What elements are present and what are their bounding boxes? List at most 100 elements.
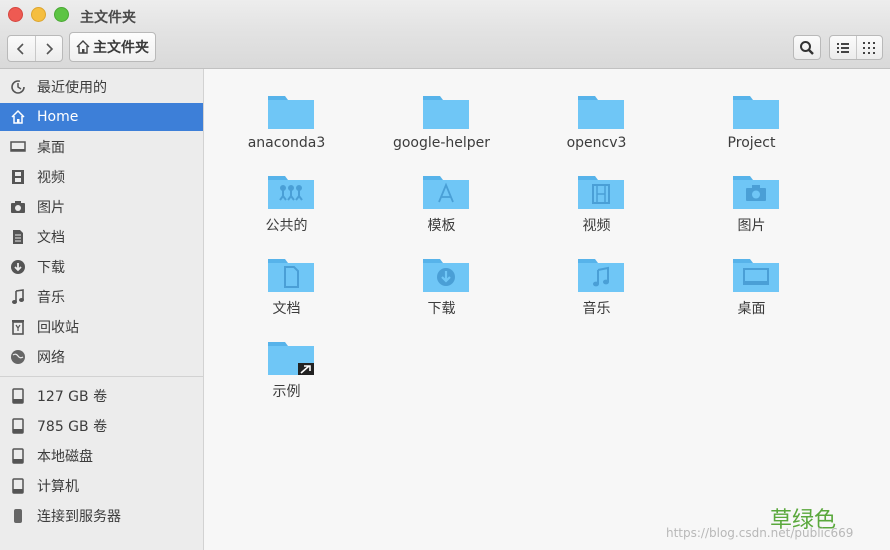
folder-icon (578, 96, 624, 129)
sidebar-item-home[interactable]: Home (0, 103, 203, 131)
sidebar-item-label: 连接到服务器 (37, 509, 121, 525)
sidebar-item-recent[interactable]: 最近使用的 (0, 73, 203, 101)
sidebar-divider (0, 376, 203, 377)
folder-download-icon (423, 259, 469, 292)
view-mode-buttons (829, 35, 883, 60)
file-item-opencv3[interactable]: opencv3 (519, 79, 674, 159)
navigation-buttons (7, 35, 63, 62)
search-icon (800, 40, 814, 55)
sidebar-item-label: 网络 (37, 350, 65, 366)
window-maximize-button[interactable] (54, 7, 69, 22)
file-item-videos[interactable]: 视频 (519, 159, 674, 239)
drive-icon (9, 387, 27, 405)
window-minimize-button[interactable] (31, 7, 46, 22)
sidebar-item-volume-127gb[interactable]: 127 GB 卷 (0, 382, 203, 410)
sidebar-item-computer[interactable]: 计算机 (0, 472, 203, 500)
file-item-music[interactable]: 音乐 (519, 242, 674, 322)
sidebar-item-label: 本地磁盘 (37, 449, 93, 465)
list-view-icon (836, 42, 849, 53)
file-item-desktop[interactable]: 桌面 (674, 242, 829, 322)
file-item-downloads[interactable]: 下载 (364, 242, 519, 322)
server-icon (9, 507, 27, 525)
folder-videos-icon (578, 176, 624, 209)
document-icon (9, 228, 27, 246)
file-item-templates[interactable]: 模板 (364, 159, 519, 239)
toolbar: 主文件夹 (0, 30, 890, 69)
video-icon (9, 168, 27, 186)
file-label: 示例 (272, 384, 301, 400)
file-item-google-helper[interactable]: google-helper (364, 79, 519, 159)
sidebar-item-label: 图片 (37, 200, 65, 216)
sidebar-item-desktop[interactable]: 桌面 (0, 133, 203, 161)
camera-icon (9, 198, 27, 216)
sidebar-item-label: 桌面 (37, 140, 65, 156)
folder-link-icon (268, 342, 314, 375)
sidebar-item-label: 最近使用的 (37, 80, 107, 96)
folder-pictures-icon (733, 176, 779, 209)
folder-documents-icon (268, 259, 314, 292)
sidebar-item-label: 计算机 (37, 479, 79, 495)
file-item-examples[interactable]: 示例 (209, 325, 364, 405)
file-label: opencv3 (566, 135, 627, 151)
sidebar-item-label: 下载 (37, 260, 65, 276)
sidebar-item-label: 视频 (37, 170, 65, 186)
file-label: 桌面 (737, 301, 766, 317)
folder-templates-icon (423, 176, 469, 209)
file-label: 模板 (427, 218, 456, 234)
recent-icon (9, 78, 27, 96)
file-item-public[interactable]: 公共的 (209, 159, 364, 239)
grid-view-button[interactable] (855, 36, 883, 59)
path-bar-home-button[interactable]: 主文件夹 (69, 32, 156, 62)
chevron-right-icon (46, 42, 53, 55)
folder-icon (423, 96, 469, 129)
file-label: 下载 (427, 301, 456, 317)
file-label: 图片 (737, 218, 766, 234)
drive-icon (9, 447, 27, 465)
file-item-pictures[interactable]: 图片 (674, 159, 829, 239)
desktop-icon (9, 138, 27, 156)
sidebar-item-label: 127 GB 卷 (37, 389, 108, 405)
list-view-button[interactable] (830, 36, 856, 59)
sidebar-item-music[interactable]: 音乐 (0, 283, 203, 311)
file-grid: anaconda3 google-helper opencv3 Project … (204, 69, 890, 550)
sidebar-item-videos[interactable]: 视频 (0, 163, 203, 191)
file-item-project[interactable]: Project (674, 79, 829, 159)
file-item-documents[interactable]: 文档 (209, 242, 364, 322)
search-button[interactable] (793, 35, 821, 60)
sidebar-item-pictures[interactable]: 图片 (0, 193, 203, 221)
sidebar-item-label: 文档 (37, 230, 65, 246)
window-title: 主文件夹 (80, 10, 136, 26)
sidebar-item-network[interactable]: 网络 (0, 343, 203, 371)
sidebar-item-volume-785gb[interactable]: 785 GB 卷 (0, 412, 203, 440)
file-label: 文档 (272, 301, 301, 317)
music-icon (9, 288, 27, 306)
sidebar-item-label: 回收站 (37, 320, 79, 336)
sidebar-item-label: 音乐 (37, 290, 65, 306)
sidebar-item-label: 785 GB 卷 (37, 419, 108, 435)
window-close-button[interactable] (8, 7, 23, 22)
file-label: 音乐 (582, 301, 611, 317)
home-icon (76, 40, 90, 54)
sidebar-item-local-disk[interactable]: 本地磁盘 (0, 442, 203, 470)
file-item-anaconda3[interactable]: anaconda3 (209, 79, 364, 159)
folder-desktop-icon (733, 259, 779, 292)
folder-music-icon (578, 259, 624, 292)
download-icon (9, 258, 27, 276)
path-bar-label: 主文件夹 (93, 40, 149, 56)
home-icon (9, 108, 27, 126)
sidebar-item-connect-server[interactable]: 连接到服务器 (0, 502, 203, 530)
sidebar-item-documents[interactable]: 文档 (0, 223, 203, 251)
grid-view-icon (863, 41, 876, 54)
drive-icon (9, 417, 27, 435)
trash-icon (9, 318, 27, 336)
file-label: google-helper (392, 135, 491, 151)
forward-button[interactable] (34, 36, 63, 61)
file-label: 视频 (582, 218, 611, 234)
file-label: anaconda3 (247, 135, 326, 151)
folder-public-icon (268, 176, 314, 209)
sidebar-item-downloads[interactable]: 下载 (0, 253, 203, 281)
watermark: https://blog.csdn.net/public669 (666, 526, 854, 540)
sidebar-item-label: Home (37, 109, 79, 125)
back-button[interactable] (8, 36, 35, 61)
sidebar-item-trash[interactable]: 回收站 (0, 313, 203, 341)
